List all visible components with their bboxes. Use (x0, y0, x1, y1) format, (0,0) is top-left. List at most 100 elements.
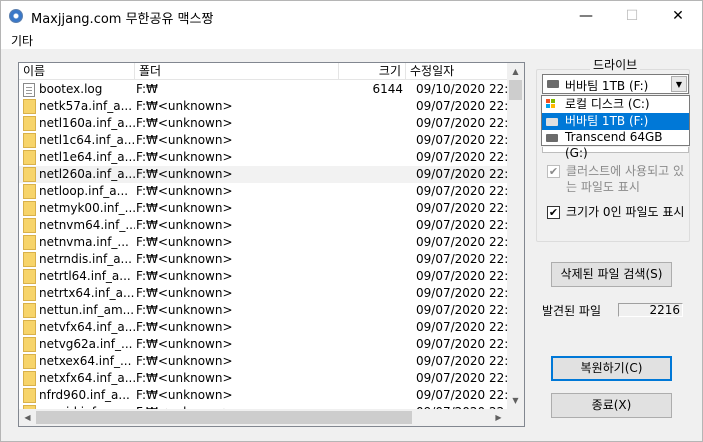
column-header-size[interactable]: 크기 (339, 63, 406, 80)
drive-select[interactable]: 버바팀 1TB (F:) ▼ (542, 74, 689, 94)
table-row[interactable]: netk57a.inf_a... F:₩<unknown> 09/07/2020 2… (19, 98, 507, 115)
table-row[interactable]: netl160a.inf_a... F:₩<unknown> 09/07/2020 … (19, 115, 507, 132)
date-cell: 09/07/2020 22:20 (416, 235, 507, 249)
folder-icon (23, 286, 36, 301)
table-row[interactable]: netxfx64.inf_a... F:₩<unknown> 09/07/2020 … (19, 370, 507, 387)
usb-drive-icon (546, 118, 558, 126)
chevron-down-icon[interactable]: ▼ (671, 76, 687, 92)
drive-option-g[interactable]: Transcend 64GB (G:) (542, 129, 689, 160)
folder-cell: F:₩<unknown> (136, 218, 233, 232)
window-title: Maxjjang.com 무한공유 맥스짱 (31, 12, 214, 27)
size-cell (339, 370, 403, 387)
folder-cell: F:₩<unknown> (136, 235, 233, 249)
file-name-cell: netrtl64.inf_a... (39, 269, 131, 283)
file-name-cell: netnvma.inf_... (39, 235, 129, 249)
size-cell (339, 115, 403, 132)
scroll-up-arrow-icon[interactable]: ▲ (507, 63, 524, 80)
found-files-label: 발견된 파일 (542, 304, 602, 318)
usb-drive-icon (547, 80, 559, 88)
windows-drive-icon (546, 99, 557, 110)
table-row[interactable]: netvfx64.inf_a... F:₩<unknown> 09/07/2020 … (19, 319, 507, 336)
table-row[interactable]: netl260a.inf_a... F:₩<unknown> 09/07/2020 … (19, 166, 507, 183)
exit-button[interactable]: 종료(X) (551, 393, 672, 418)
scroll-right-arrow-icon[interactable]: ▶ (490, 409, 507, 426)
found-files-count: 2216 (618, 303, 683, 317)
file-list[interactable]: 이름 폴더 크기 수정일자 bootex.log F:₩ 6144 09/10/202… (18, 62, 525, 427)
menu-bar: 기타 (1, 31, 702, 49)
search-deleted-files-button[interactable]: 삭제된 파일 검색(S) (551, 262, 672, 287)
column-header-name[interactable]: 이름 (19, 63, 135, 80)
folder-icon (23, 133, 36, 148)
drive-option-label: 로컬 디스크 (C:) (565, 97, 650, 111)
table-row[interactable]: netrtx64.inf_a... F:₩<unknown> 09/07/2020 … (19, 285, 507, 302)
folder-cell: F:₩<unknown> (136, 150, 233, 164)
horizontal-scrollbar[interactable]: ◀ ▶ (19, 409, 507, 426)
table-row[interactable]: netl1c64.inf_a... F:₩<unknown> 09/07/2020 … (19, 132, 507, 149)
folder-cell: F:₩<unknown> (136, 184, 233, 198)
file-name-cell: nfrd960.inf_a... (39, 388, 130, 402)
folder-cell: F:₩<unknown> (136, 201, 233, 215)
restore-button[interactable]: 복원하기(C) (551, 356, 672, 381)
table-row[interactable]: netrndis.inf_a... F:₩<unknown> 09/07/2020 … (19, 251, 507, 268)
folder-icon (23, 337, 36, 352)
size-cell (339, 183, 403, 200)
folder-cell: F:₩<unknown> (136, 133, 233, 147)
scroll-left-arrow-icon[interactable]: ◀ (19, 409, 36, 426)
scroll-down-arrow-icon[interactable]: ▼ (507, 392, 524, 409)
date-cell: 09/07/2020 22:20 (416, 371, 507, 385)
list-rows: bootex.log F:₩ 6144 09/10/2020 22:10 netk57a… (19, 81, 507, 410)
size-cell (339, 336, 403, 353)
zero-size-files-checkbox[interactable]: ✔ (547, 206, 560, 219)
column-header-folder[interactable]: 폴더 (135, 63, 339, 80)
size-cell (339, 98, 403, 115)
file-name-cell: netmyk00.inf_... (39, 201, 135, 215)
list-header: 이름 폴더 크기 수정일자 (19, 63, 508, 80)
folder-cell: F:₩<unknown> (136, 167, 233, 181)
table-row[interactable]: netnvma.inf_... F:₩<unknown> 09/07/2020 22… (19, 234, 507, 251)
table-row[interactable]: netloop.inf_a... F:₩<unknown> 09/07/2020 2… (19, 183, 507, 200)
table-row[interactable]: bootex.log F:₩ 6144 09/10/2020 22:10 (19, 81, 507, 98)
drive-dropdown-list[interactable]: 로컬 디스크 (C:) 버바팀 1TB (F:) Transcend 64GB … (541, 95, 690, 160)
close-button[interactable]: ✕ (655, 1, 701, 31)
size-cell (339, 166, 403, 183)
horizontal-scroll-thumb[interactable] (36, 411, 412, 424)
folder-cell: F:₩<unknown> (136, 116, 233, 130)
maximize-button[interactable]: ☐ (609, 1, 655, 31)
folder-icon (23, 201, 36, 216)
table-row[interactable]: netmyk00.inf_... F:₩<unknown> 09/07/2020 2… (19, 200, 507, 217)
folder-icon (23, 235, 36, 250)
file-name-cell: netvfx64.inf_a... (39, 320, 135, 334)
drive-option-c[interactable]: 로컬 디스크 (C:) (542, 96, 689, 113)
date-cell: 09/10/2020 22:10 (416, 82, 507, 96)
folder-cell: F:₩<unknown> (136, 337, 233, 351)
table-row[interactable]: netl1e64.inf_a... F:₩<unknown> 09/07/2020 … (19, 149, 507, 166)
folder-cell: F:₩<unknown> (136, 371, 233, 385)
zero-size-files-label: 크기가 0인 파일도 표시 (566, 205, 685, 219)
menu-item-etc[interactable]: 기타 (11, 32, 33, 49)
file-name-cell: netnvm64.inf_... (39, 218, 135, 232)
folder-cell: F:₩<unknown> (136, 303, 233, 317)
date-cell: 09/07/2020 22:20 (416, 99, 507, 113)
table-row[interactable]: netnvm64.inf_... F:₩<unknown> 09/07/2020 2… (19, 217, 507, 234)
table-row[interactable]: nettun.inf_am... F:₩<unknown> 09/07/2020 2… (19, 302, 507, 319)
file-name-cell: netloop.inf_a... (39, 184, 129, 198)
table-row[interactable]: netrtl64.inf_a... F:₩<unknown> 09/07/2020 … (19, 268, 507, 285)
table-row[interactable]: netxex64.inf_... F:₩<unknown> 09/07/2020 2… (19, 353, 507, 370)
folder-cell: F:₩<unknown> (136, 354, 233, 368)
date-cell: 09/07/2020 22:20 (416, 184, 507, 198)
table-row[interactable]: netvg62a.inf_... F:₩<unknown> 09/07/2020 2… (19, 336, 507, 353)
size-cell (339, 268, 403, 285)
drive-option-f[interactable]: 버바팀 1TB (F:) (542, 113, 689, 130)
size-cell (339, 132, 403, 149)
folder-icon (23, 184, 36, 199)
size-cell (339, 200, 403, 217)
table-row[interactable]: nfrd960.inf_a... F:₩<unknown> 09/07/2020 2… (19, 387, 507, 404)
minimize-button[interactable]: — (563, 1, 609, 31)
document-icon (23, 83, 35, 97)
size-cell (339, 234, 403, 251)
column-header-date[interactable]: 수정일자 (406, 63, 508, 80)
vertical-scrollbar[interactable]: ▲ ▼ (507, 63, 524, 409)
vertical-scroll-thumb[interactable] (509, 80, 522, 100)
cluster-files-checkbox[interactable]: ✔ (547, 165, 560, 178)
drive-option-label: 버바팀 1TB (F:) (565, 114, 649, 128)
